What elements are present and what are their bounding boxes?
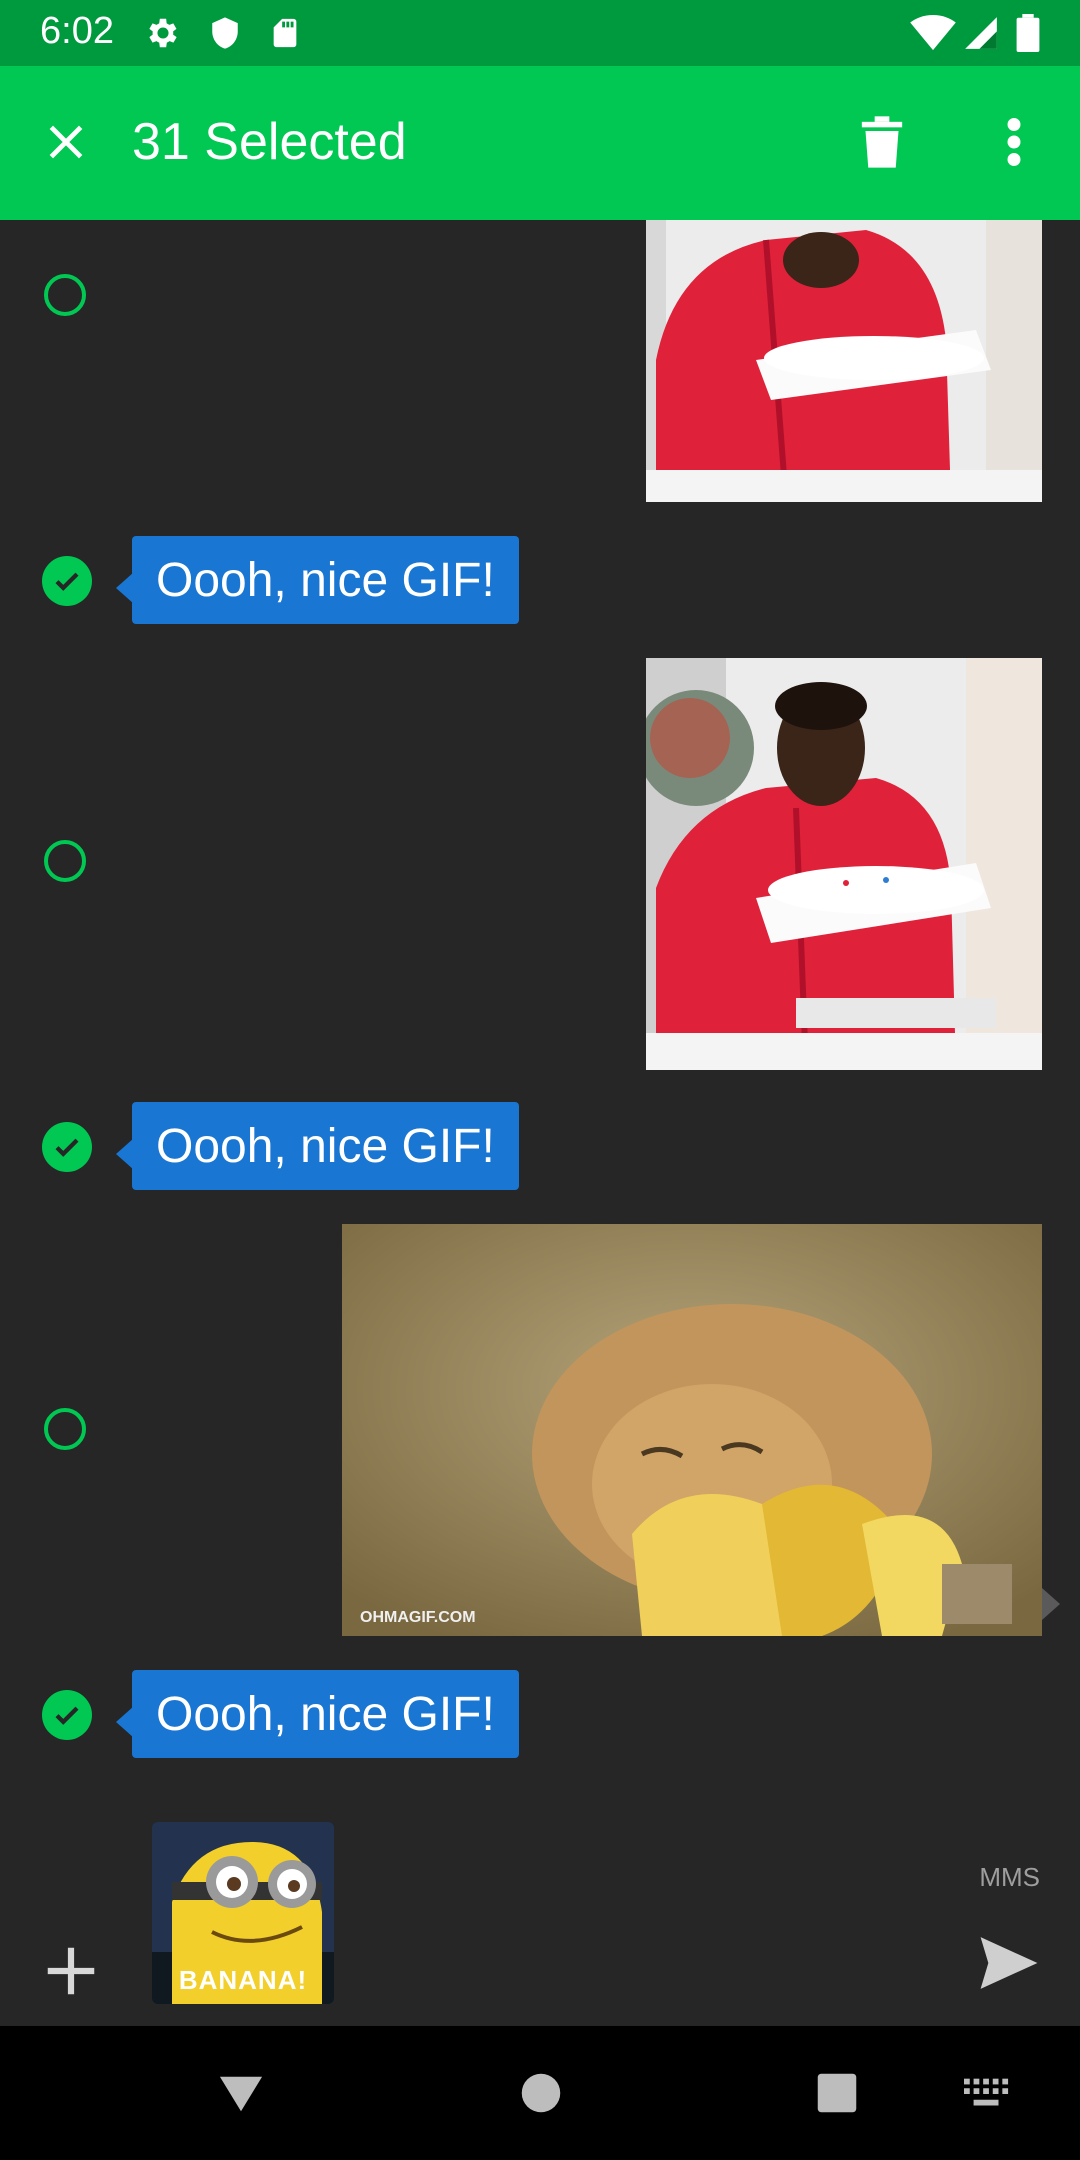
sd-card-icon bbox=[268, 14, 302, 57]
gif-message-image[interactable]: OHMAGIF.COM bbox=[342, 1224, 1042, 1636]
message-bubble[interactable]: Oooh, nice GIF! bbox=[116, 536, 519, 624]
back-icon[interactable] bbox=[218, 2074, 264, 2119]
unselected-indicator[interactable] bbox=[44, 1408, 86, 1450]
unselected-indicator[interactable] bbox=[44, 840, 86, 882]
attachment-thumbnail[interactable]: BANANA! bbox=[152, 1822, 334, 2004]
image-tail bbox=[1042, 1588, 1060, 1620]
status-bar: 6:02 bbox=[0, 0, 1080, 66]
composer: BANANA! MMS bbox=[0, 1800, 1080, 2026]
page-title: 31 Selected bbox=[132, 113, 407, 171]
message-text: Oooh, nice GIF! bbox=[156, 1119, 495, 1173]
message-bubble[interactable]: Oooh, nice GIF! bbox=[116, 1670, 519, 1758]
unselected-indicator[interactable] bbox=[44, 274, 86, 316]
gif-message-image[interactable] bbox=[646, 220, 1042, 502]
attachment-caption: BANANA! bbox=[178, 1965, 308, 1995]
battery-icon bbox=[1016, 14, 1040, 57]
mms-label: MMS bbox=[979, 1862, 1040, 1892]
more-vert-icon[interactable] bbox=[978, 106, 1050, 178]
wifi-icon bbox=[910, 14, 956, 57]
trash-icon[interactable] bbox=[846, 106, 918, 178]
home-icon[interactable] bbox=[520, 2072, 562, 2119]
selected-check-icon[interactable] bbox=[42, 1690, 92, 1740]
selected-check-icon[interactable] bbox=[42, 1122, 92, 1172]
plus-icon[interactable] bbox=[40, 1940, 102, 2007]
send-icon[interactable] bbox=[978, 1934, 1040, 1997]
gear-icon bbox=[144, 14, 182, 57]
watermark-text: OHMAGIF.COM bbox=[360, 1609, 476, 1626]
shield-icon bbox=[208, 14, 242, 57]
keyboard-icon[interactable] bbox=[964, 2078, 1010, 2115]
selection-app-bar: 31 Selected bbox=[0, 66, 1080, 220]
navigation-bar bbox=[0, 2026, 1080, 2160]
message-text: Oooh, nice GIF! bbox=[156, 1687, 495, 1741]
signal-icon bbox=[962, 14, 1000, 57]
message-text: Oooh, nice GIF! bbox=[156, 553, 495, 607]
status-time: 6:02 bbox=[40, 10, 114, 52]
gif-message-image[interactable] bbox=[646, 658, 1042, 1070]
message-bubble[interactable]: Oooh, nice GIF! bbox=[116, 1102, 519, 1190]
recents-icon[interactable] bbox=[816, 2072, 858, 2119]
selected-check-icon[interactable] bbox=[42, 556, 92, 606]
close-icon[interactable] bbox=[30, 106, 102, 178]
